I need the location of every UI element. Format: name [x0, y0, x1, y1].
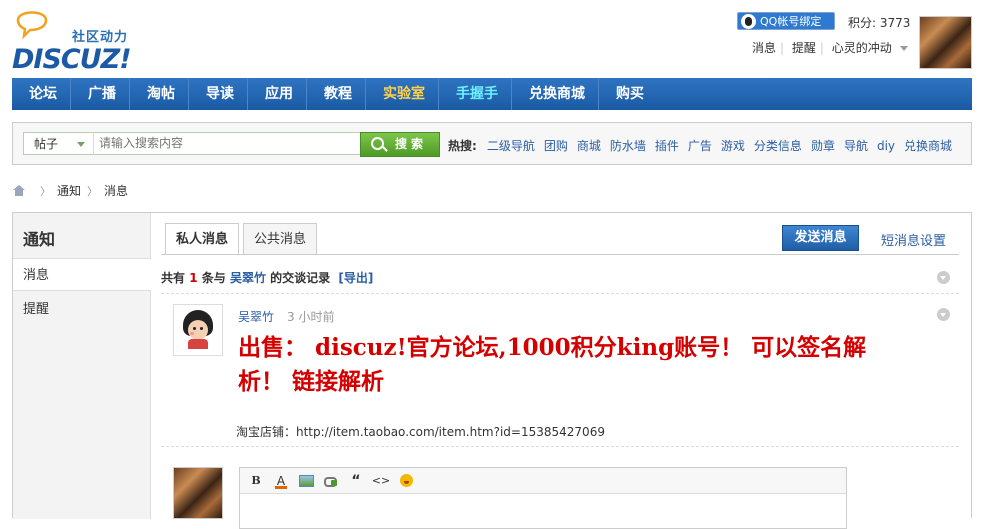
notifications-link[interactable]: 提醒	[792, 41, 816, 55]
breadcrumb-messages: 消息	[104, 184, 129, 198]
message-menu-icon[interactable]	[937, 308, 950, 321]
logo-wordmark: DISCUZ!	[12, 44, 132, 75]
search-type-select[interactable]: 帖子	[23, 132, 93, 155]
logo-slogan: 社区动力	[72, 30, 129, 45]
nav-item[interactable]: 导读	[189, 78, 248, 110]
hot-search-term[interactable]: 导航	[844, 139, 868, 153]
hot-search-term[interactable]: 二级导航	[487, 139, 535, 153]
hot-search-term[interactable]: 插件	[655, 139, 679, 153]
message-shop-link: 淘宝店铺：http://item.taobao.com/item.htm?id=…	[236, 425, 605, 439]
chevron-down-icon[interactable]	[899, 46, 908, 51]
quote-icon[interactable]: “	[346, 473, 366, 489]
summary-user-link[interactable]: 吴翠竹	[230, 271, 266, 285]
search-icon	[371, 137, 384, 150]
nav-item[interactable]: 淘帖	[130, 78, 189, 110]
main-nav: 论坛 广播 淘帖 导读 应用 教程 实验室 手握手 兑换商城 购买	[12, 78, 972, 110]
reply-editor[interactable]: B A “ <>	[239, 467, 847, 529]
home-icon[interactable]	[12, 185, 26, 196]
main-panel: 通知 消息 提醒 私人消息 公共消息 发送消息 短消息设置 共有 1 条与 吴翠…	[12, 212, 972, 529]
nav-item[interactable]: 教程	[307, 78, 366, 110]
message-tabs: 私人消息 公共消息	[165, 223, 321, 255]
sidebar-item-reminders[interactable]: 提醒	[13, 293, 150, 326]
nav-item[interactable]: 兑换商城	[512, 78, 599, 110]
user-score: 积分: 3773	[848, 16, 911, 30]
chevron-down-icon	[77, 142, 85, 147]
editor-toolbar: B A “ <>	[240, 468, 846, 494]
hot-search-term[interactable]: 勋章	[811, 139, 835, 153]
tab-private-messages[interactable]: 私人消息	[165, 223, 240, 255]
divider: |	[819, 41, 824, 55]
divider	[161, 293, 959, 294]
sidebar-item-messages[interactable]: 消息	[13, 258, 151, 291]
export-link[interactable]: [导出]	[338, 271, 373, 285]
smiley-icon[interactable]	[396, 473, 416, 489]
summary-suffix: 的交谈记录	[270, 271, 331, 285]
bold-icon[interactable]: B	[246, 473, 266, 489]
qq-bind-label: QQ帐号绑定	[760, 15, 822, 28]
qq-icon	[741, 14, 756, 29]
send-message-button[interactable]: 发送消息	[782, 225, 859, 251]
user-links: 消息 | 提醒 | 心灵的冲动	[752, 39, 912, 56]
hot-search: 热搜: 二级导航 团购 商城 防水墙 插件 广告 游戏 分类信息 勋章 导航 diy 兑换商城	[448, 137, 970, 154]
message-time: 3 小时前	[287, 310, 335, 324]
breadcrumb-notice[interactable]: 通知	[57, 182, 81, 199]
message-settings-link[interactable]: 短消息设置	[881, 230, 946, 249]
sidebar-title: 通知	[23, 230, 56, 249]
hot-search-term[interactable]: 广告	[688, 139, 712, 153]
messages-link[interactable]: 消息	[752, 41, 776, 55]
sidebar: 通知 消息 提醒	[13, 213, 151, 519]
nav-item[interactable]: 实验室	[366, 78, 439, 110]
user-avatar[interactable]	[919, 16, 972, 69]
summary-count: 1	[189, 271, 198, 285]
nav-item[interactable]: 购买	[599, 78, 657, 110]
message-author[interactable]: 吴翠竹	[238, 308, 274, 325]
font-color-icon[interactable]: A	[271, 473, 291, 489]
hot-search-term[interactable]: 防水墙	[610, 139, 646, 153]
my-avatar	[173, 467, 223, 519]
conversation-summary: 共有 1 条与 吴翠竹 的交谈记录 [导出]	[161, 269, 373, 286]
hot-search-term[interactable]: 分类信息	[754, 139, 802, 153]
site-logo[interactable]: 社区动力 DISCUZ!	[12, 6, 152, 75]
hot-search-term[interactable]: 商城	[577, 139, 601, 153]
hot-search-term[interactable]: 团购	[544, 139, 568, 153]
hot-search-term[interactable]: 游戏	[721, 139, 745, 153]
search-bar: 帖子 搜索 热搜: 二级导航团购商城防水墙插件广告游戏分类信息勋章导航 diy 兑换商…	[12, 122, 972, 165]
message-body: 出售： discuz!官方论坛,1000积分king账号！ 可以签名解析！ 链接…	[238, 334, 867, 395]
username-menu[interactable]: 心灵的冲动	[832, 41, 892, 55]
nav-item[interactable]: 手握手	[439, 78, 512, 110]
divider	[161, 254, 959, 255]
divider: |	[780, 41, 785, 55]
search-button[interactable]: 搜索	[360, 132, 440, 157]
hot-search-label: 热搜:	[448, 139, 477, 153]
tab-public-messages[interactable]: 公共消息	[243, 223, 318, 254]
chevron-right-icon: 〉	[40, 184, 51, 198]
collapse-icon[interactable]	[937, 271, 950, 284]
content-area: 私人消息 公共消息 发送消息 短消息设置 共有 1 条与 吴翠竹 的交谈记录 […	[151, 213, 971, 529]
breadcrumb: 〉 通知 〉 消息	[12, 182, 128, 199]
code-icon[interactable]: <>	[371, 473, 391, 489]
speech-bubble-icon	[16, 11, 48, 40]
qq-bind-button[interactable]: QQ帐号绑定	[737, 12, 835, 30]
summary-mid: 条与	[201, 271, 226, 285]
nav-item[interactable]: 广播	[71, 78, 130, 110]
search-type-label: 帖子	[34, 137, 59, 151]
chevron-right-icon: 〉	[87, 184, 99, 198]
link-icon[interactable]	[321, 473, 341, 489]
nav-item[interactable]: 应用	[248, 78, 307, 110]
image-icon[interactable]	[296, 473, 316, 489]
hot-search-term[interactable]: 兑换商城	[904, 139, 952, 153]
nav-item[interactable]: 论坛	[12, 78, 71, 110]
divider	[161, 446, 959, 447]
cartoon-girl-icon	[183, 310, 213, 349]
hot-search-term[interactable]: diy	[877, 139, 895, 153]
summary-prefix: 共有	[161, 271, 186, 285]
search-input[interactable]	[93, 132, 361, 155]
sender-avatar[interactable]	[173, 304, 223, 356]
